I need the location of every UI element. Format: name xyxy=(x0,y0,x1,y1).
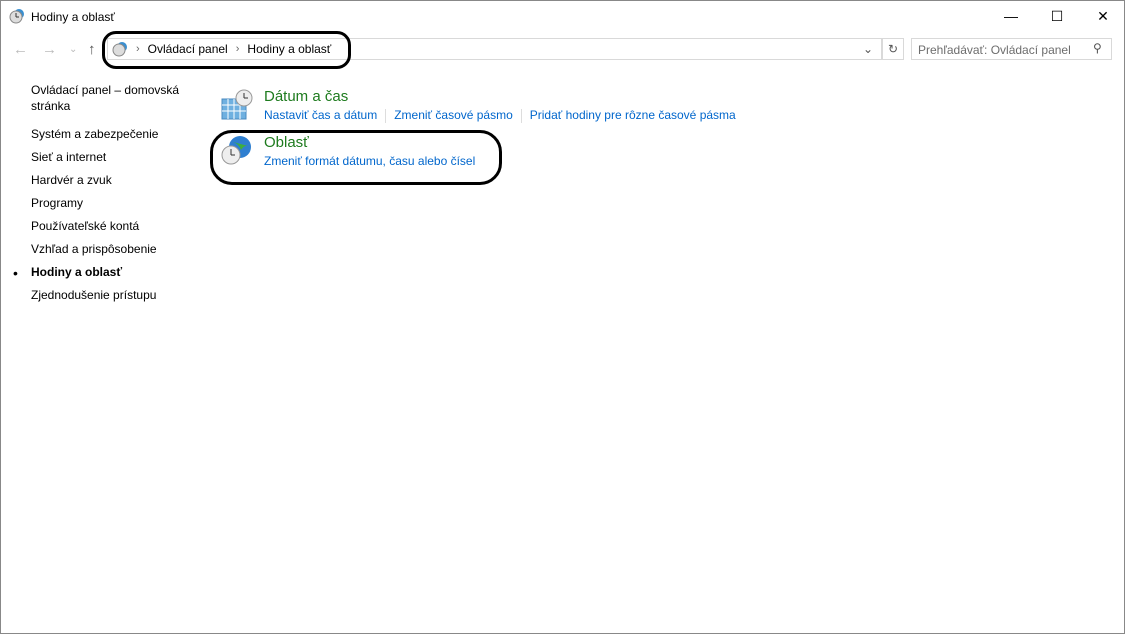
category-date-time[interactable]: Dátum a čas xyxy=(264,88,348,105)
sidebar-item-programs[interactable]: Programy xyxy=(31,196,83,210)
link-change-timezone[interactable]: Zmeniť časové pásmo xyxy=(394,108,513,122)
sidebar-item-network[interactable]: Sieť a internet xyxy=(31,150,106,164)
calendar-clock-icon xyxy=(221,89,253,120)
search-input[interactable]: Prehľadávať: Ovládací panel xyxy=(911,38,1112,60)
close-button[interactable]: ✕ xyxy=(1080,1,1125,31)
refresh-icon[interactable]: ↻ xyxy=(882,38,904,60)
back-icon[interactable]: ← xyxy=(13,41,28,58)
window-title: Hodiny a oblasť xyxy=(31,10,115,24)
sidebar-item-accounts[interactable]: Používateľské kontá xyxy=(31,219,139,233)
sidebar-item-system[interactable]: Systém a zabezpečenie xyxy=(31,127,158,141)
minimize-button[interactable]: — xyxy=(988,1,1034,31)
link-set-time-date[interactable]: Nastaviť čas a dátum xyxy=(264,108,377,122)
sidebar-item-accessibility[interactable]: Zjednodušenie prístupu xyxy=(31,288,156,302)
maximize-button[interactable]: ☐ xyxy=(1034,1,1080,31)
chevron-down-icon[interactable]: ⌄ xyxy=(863,42,873,56)
sidebar-home-link[interactable]: Ovládací panel – domovská stránka xyxy=(31,82,191,114)
search-icon: ⚲ xyxy=(1093,41,1102,55)
clock-globe-icon xyxy=(9,9,24,24)
sidebar-item-hardware[interactable]: Hardvér a zvuk xyxy=(31,173,112,187)
sidebar-item-appearance[interactable]: Vzhľad a prispôsobenie xyxy=(31,242,157,256)
sidebar-item-clock-region[interactable]: Hodiny a oblasť xyxy=(31,265,122,279)
up-icon[interactable]: ↑ xyxy=(88,41,96,58)
active-bullet: • xyxy=(13,265,18,281)
annotation-ellipse xyxy=(102,31,351,69)
link-add-clocks[interactable]: Pridať hodiny pre rôzne časové pásma xyxy=(530,108,736,122)
forward-icon[interactable]: → xyxy=(42,41,57,58)
annotation-ellipse xyxy=(210,130,502,185)
recent-dropdown-icon[interactable]: ⌄ xyxy=(69,44,77,55)
